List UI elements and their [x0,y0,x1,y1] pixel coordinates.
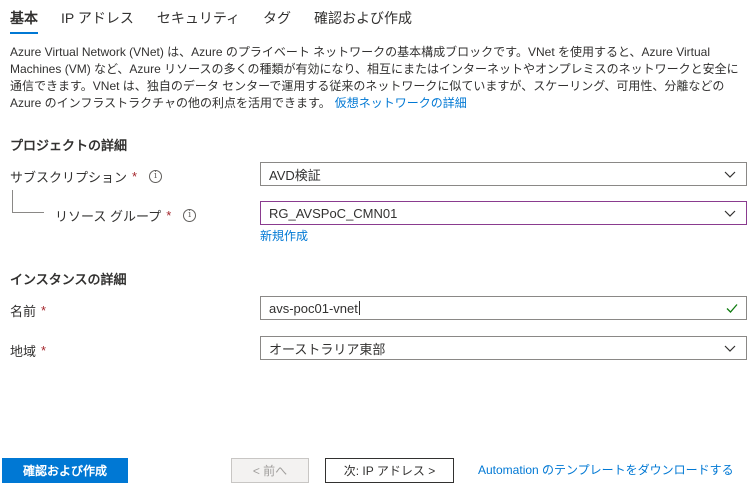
text-cursor [358,301,360,315]
tree-connector-horizontal [12,212,44,213]
name-label-text: 名前 [10,304,37,319]
region-label-text: 地域 [10,344,37,359]
chevron-down-icon [724,171,736,178]
download-template-link[interactable]: Automation のテンプレートをダウンロードする [478,461,734,478]
previous-button[interactable]: < 前へ [231,458,309,483]
instance-details-heading: インスタンスの詳細 [10,272,127,287]
chevron-down-icon [724,345,736,352]
info-icon[interactable]: i [183,209,197,222]
tab-bar: 基本 IP アドレス セキュリティ タグ 確認および作成 [10,0,435,36]
required-marker: * [166,208,172,223]
next-ip-addresses-button[interactable]: 次: IP アドレス > [325,458,454,483]
create-new-resource-group-link[interactable]: 新規作成 [260,227,308,244]
info-icon[interactable]: i [149,170,163,183]
resource-group-label-text: リソース グループ [55,209,162,224]
name-input[interactable]: avs-poc01-vnet [260,296,747,320]
region-select[interactable]: オーストラリア東部 [260,336,747,360]
project-details-heading: プロジェクトの詳細 [10,138,128,153]
tab-basics[interactable]: 基本 [10,0,38,36]
resource-group-value: RG_AVSPoC_CMN01 [269,205,398,221]
name-value: avs-poc01-vnet [269,300,358,316]
name-label: 名前 * [10,301,46,320]
required-marker: * [41,343,47,358]
intro-description: Azure Virtual Network (VNet) は、Azure のプラ… [10,44,746,112]
subscription-label-text: サブスクリプション [10,170,128,185]
region-value: オーストラリア東部 [269,341,386,357]
chevron-down-icon [724,210,736,217]
tab-ip-addresses[interactable]: IP アドレス [61,0,134,36]
resource-group-select[interactable]: RG_AVSPoC_CMN01 [260,201,747,225]
subscription-select[interactable]: AVD検証 [260,162,747,186]
learn-more-link[interactable]: 仮想ネットワークの詳細 [335,96,467,110]
tab-tags[interactable]: タグ [263,0,291,36]
resource-group-label: リソース グループ * i [55,206,197,225]
tab-review-create[interactable]: 確認および作成 [314,0,412,36]
tab-security[interactable]: セキュリティ [157,0,240,36]
checkmark-icon [726,304,738,313]
region-label: 地域 * [10,341,46,360]
review-create-button[interactable]: 確認および作成 [2,458,128,483]
required-marker: * [132,169,138,184]
required-marker: * [41,303,47,318]
subscription-value: AVD検証 [269,167,321,183]
tree-connector-vertical [12,190,13,212]
subscription-label: サブスクリプション * i [10,167,163,186]
